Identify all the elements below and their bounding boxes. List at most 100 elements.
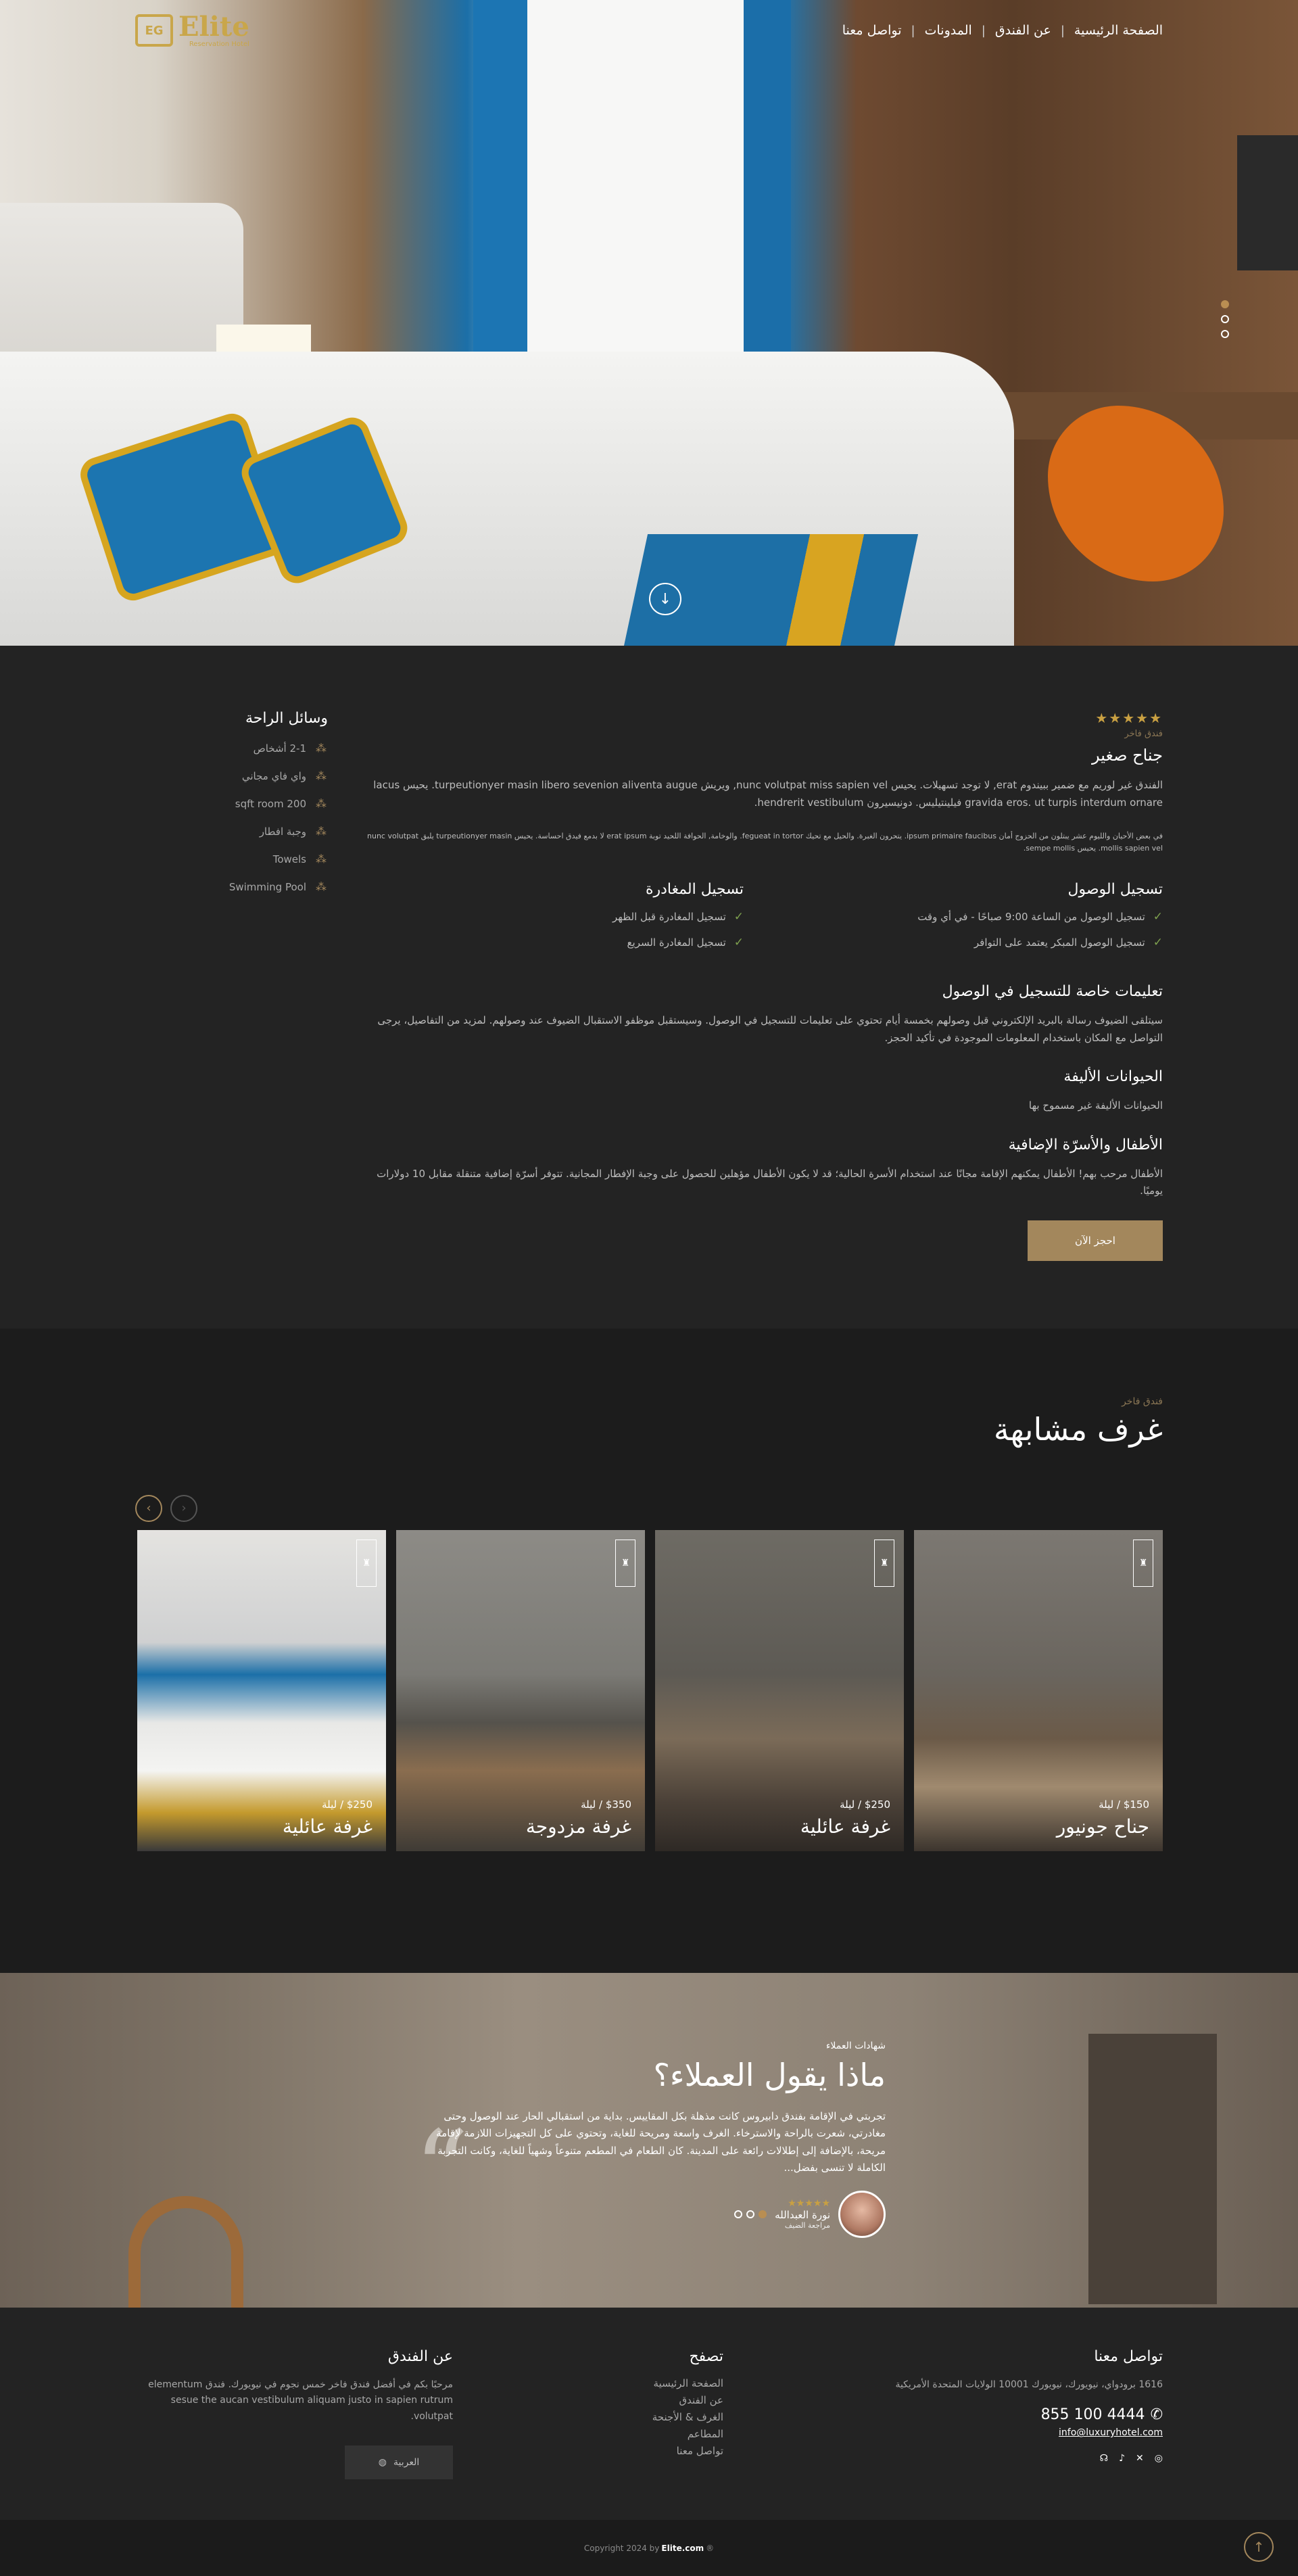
footer-about-title: عن الفندق — [387, 2347, 453, 2365]
logo-name: Elite — [178, 10, 249, 43]
author-rating-stars: ★★★★★ — [788, 2198, 830, 2210]
book-now-button[interactable]: احجز الآن — [1028, 1220, 1163, 1261]
nav-separator: | — [1060, 23, 1065, 38]
back-to-top-button[interactable]: ↑ — [1244, 2532, 1274, 2562]
bookmark-icon[interactable]: ♜ — [874, 1539, 894, 1587]
bookmark-icon[interactable]: ♜ — [615, 1539, 635, 1587]
social-links: ◎ ✕ ♪ ☊ — [872, 2453, 1163, 2464]
checkin-item: ✓ تسجيل الوصول المبكر يعتمد على التوافر — [784, 936, 1163, 949]
amenity-item: ⁂ وجبة افطار — [135, 825, 328, 838]
testimonials-section: “ شهادات العملاء ماذا يقول العملاء؟ تجرب… — [0, 1972, 1298, 2308]
footer-link-restaurants[interactable]: المطاعم — [602, 2428, 723, 2440]
room-name: غرفة عائلية — [282, 1815, 372, 1838]
avatar — [838, 2190, 886, 2238]
room-card[interactable]: ♜ $350 / ليلة غرفة مزدوجة — [396, 1529, 645, 1851]
slider-dot[interactable] — [1221, 300, 1229, 308]
room-card[interactable]: ♜ $150 / ليلة جناح جونيور — [914, 1529, 1163, 1851]
language-button[interactable]: العربية ◍ — [345, 2446, 453, 2480]
logo-text: Elite Reservation Hotel — [178, 10, 249, 48]
footer-link-rooms[interactable]: الغرف & الأجنحة — [602, 2411, 723, 2423]
pets-block: الحيوانات الأليفة الحيوانات الأليفة غير … — [365, 1068, 1163, 1115]
bookmark-icon[interactable]: ♜ — [356, 1539, 377, 1587]
footer-link-about[interactable]: عن الفندق — [602, 2394, 723, 2406]
hero-slider: الصفحة الرئيسية | عن الفندق | المدونات |… — [0, 0, 1298, 646]
nav-item-blogs[interactable]: المدونات — [925, 23, 972, 38]
check-icon: ✓ — [734, 910, 744, 924]
testimonial-text: تجربتي في الإقامة بفندق دابيروس كانت مذه… — [436, 2109, 886, 2174]
checkout-item-label: تسجيل المغادرة قبل الظهر — [612, 911, 726, 924]
logo-mark-icon: EG — [135, 14, 173, 47]
logo-subtitle: Reservation Hotel — [189, 40, 249, 48]
checkout-title: تسجيل المغادرة — [645, 881, 744, 899]
arrow-down-icon: ↓ — [658, 590, 672, 608]
footer-link-contact[interactable]: تواصل معنا — [602, 2445, 723, 2457]
instructions-title: تعليمات خاصة للتسجيل في الوصول — [942, 983, 1163, 1001]
nav-separator: | — [911, 23, 915, 38]
checkout-item: ✓ تسجيل المغادرة قبل الظهر — [365, 910, 744, 924]
checkin-item: ✓ تسجيل الوصول من الساعة 9:00 صباحًا - في… — [784, 910, 1163, 924]
testimonial-dot[interactable] — [759, 2210, 767, 2218]
testimonials-title: ماذا يقول العملاء؟ — [653, 2056, 886, 2093]
room-card[interactable]: ♜ $250 / ليلة غرفة عائلية — [655, 1529, 904, 1851]
checkout-list: ✓ تسجيل المغادرة قبل الظهر ✓ تسجيل المغادر… — [365, 910, 744, 949]
snapchat-icon[interactable]: ☊ — [1100, 2453, 1108, 2464]
testimonial-dot[interactable] — [746, 2210, 755, 2218]
footer-email-link[interactable]: info@luxuryhotel.com — [872, 2427, 1163, 2438]
room-card[interactable]: ♜ $250 / ليلة غرفة عائلية — [137, 1529, 386, 1851]
testimonial-author: ★★★★★ نورة العبدالله مراجعة الضيف — [412, 2190, 886, 2238]
slider-dot[interactable] — [1221, 330, 1229, 338]
carousel-next-button[interactable]: › — [170, 1494, 197, 1522]
amenity-label: وجبة افطار — [259, 825, 306, 838]
check-icon: ✓ — [734, 936, 744, 950]
checkout-item: ✓ تسجيل المغادرة السريع — [365, 936, 744, 949]
footer-browse-title: تصفح — [689, 2347, 723, 2365]
amenity-icon: ⁂ — [316, 742, 327, 755]
slider-dot[interactable] — [1221, 315, 1229, 323]
footer-phone-number: 4444 100 855 — [1040, 2406, 1145, 2424]
checkout-block: تسجيل المغادرة ✓ تسجيل المغادرة قبل الظهر… — [365, 881, 744, 961]
x-twitter-icon[interactable]: ✕ — [1136, 2453, 1144, 2464]
amenity-item: ⁂ 200 sqft room — [135, 797, 328, 810]
tiktok-icon[interactable]: ♪ — [1119, 2453, 1125, 2464]
check-icon: ✓ — [1153, 910, 1163, 924]
footer-contact: تواصل معنا 1616 برودواي، نيويورك، نيويور… — [872, 2348, 1163, 2479]
footer-phone[interactable]: ✆ 4444 100 855 — [872, 2406, 1163, 2423]
nav-item-home[interactable]: الصفحة الرئيسية — [1074, 23, 1163, 38]
copyright-brand: Elite.com — [661, 2543, 704, 2553]
instagram-icon[interactable]: ◎ — [1155, 2453, 1163, 2464]
amenity-item: ⁂ Swimming Pool — [135, 880, 328, 893]
amenity-label: Swimming Pool — [229, 880, 306, 893]
amenity-label: Towels — [272, 853, 306, 865]
amenity-item: ⁂ 2-1 أشخاص — [135, 742, 328, 755]
nav-item-contact[interactable]: تواصل معنا — [842, 23, 902, 38]
room-description-secondary: في بعض الأحيان والليوم عشر يبتلون من الح… — [367, 832, 1163, 853]
decor-doorframe — [1088, 2033, 1217, 2304]
nav-separator: | — [981, 23, 986, 38]
globe-icon: ◍ — [378, 2457, 387, 2468]
bookmark-icon[interactable]: ♜ — [1133, 1539, 1153, 1587]
testimonial-dot[interactable] — [734, 2210, 743, 2218]
footer-link-home[interactable]: الصفحة الرئيسية — [602, 2377, 724, 2389]
amenity-icon: ⁂ — [316, 853, 327, 865]
similar-rooms-section: فندق فاخر غرف مشابهة ‹ › ♜ $150 / ليلة ج… — [0, 1328, 1298, 1973]
children-text: الأطفال مرحب بهم! الأطفال يمكنهم الإقامة… — [377, 1167, 1163, 1197]
author-info: ★★★★★ نورة العبدالله مراجعة الضيف — [775, 2198, 830, 2230]
room-name: غرفة عائلية — [800, 1815, 890, 1838]
pets-text: الحيوانات الأليفة غير مسموح بها — [1028, 1099, 1163, 1112]
checkout-item-label: تسجيل المغادرة السريع — [627, 936, 726, 949]
nav-item-about[interactable]: عن الفندق — [995, 23, 1051, 38]
room-name: غرفة مزدوجة — [525, 1815, 631, 1838]
amenity-item: ⁂ Towels — [135, 853, 328, 865]
room-description: الفندق غير لوريم مع ضمير ببيندوم erat, ل… — [373, 779, 1163, 809]
amenities-title: وسائل الراحة — [245, 710, 328, 727]
phone-icon: ✆ — [1150, 2406, 1163, 2424]
checkin-block: تسجيل الوصول ✓ تسجيل الوصول من الساعة 9:0… — [784, 881, 1163, 961]
room-price: $250 / ليلة — [840, 1798, 890, 1811]
footer-address: 1616 برودواي، نيويورك، نيويورك 10001 الو… — [895, 2379, 1163, 2390]
room-price: $250 / ليلة — [322, 1798, 372, 1811]
site-logo[interactable]: Elite Reservation Hotel EG — [135, 10, 249, 48]
carousel-prev-button[interactable]: ‹ — [135, 1494, 162, 1522]
scroll-down-button[interactable]: ↓ — [649, 583, 681, 615]
children-block: الأطفال والأسرّة الإضافية الأطفال مرحب ب… — [365, 1137, 1163, 1200]
author-name: نورة العبدالله — [775, 2209, 830, 2222]
